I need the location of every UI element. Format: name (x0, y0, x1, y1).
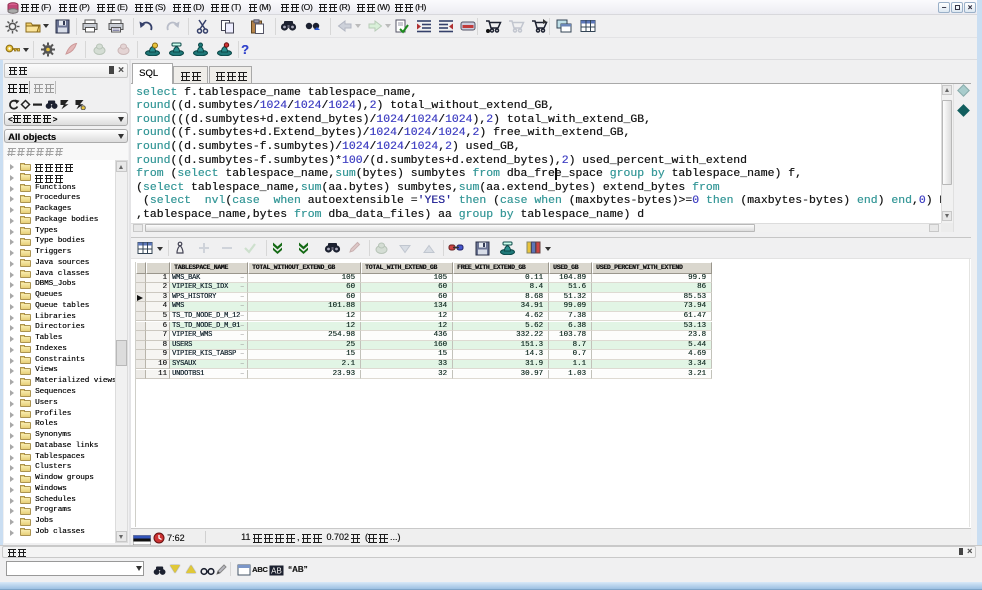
svg-text:AB: AB (271, 567, 282, 576)
